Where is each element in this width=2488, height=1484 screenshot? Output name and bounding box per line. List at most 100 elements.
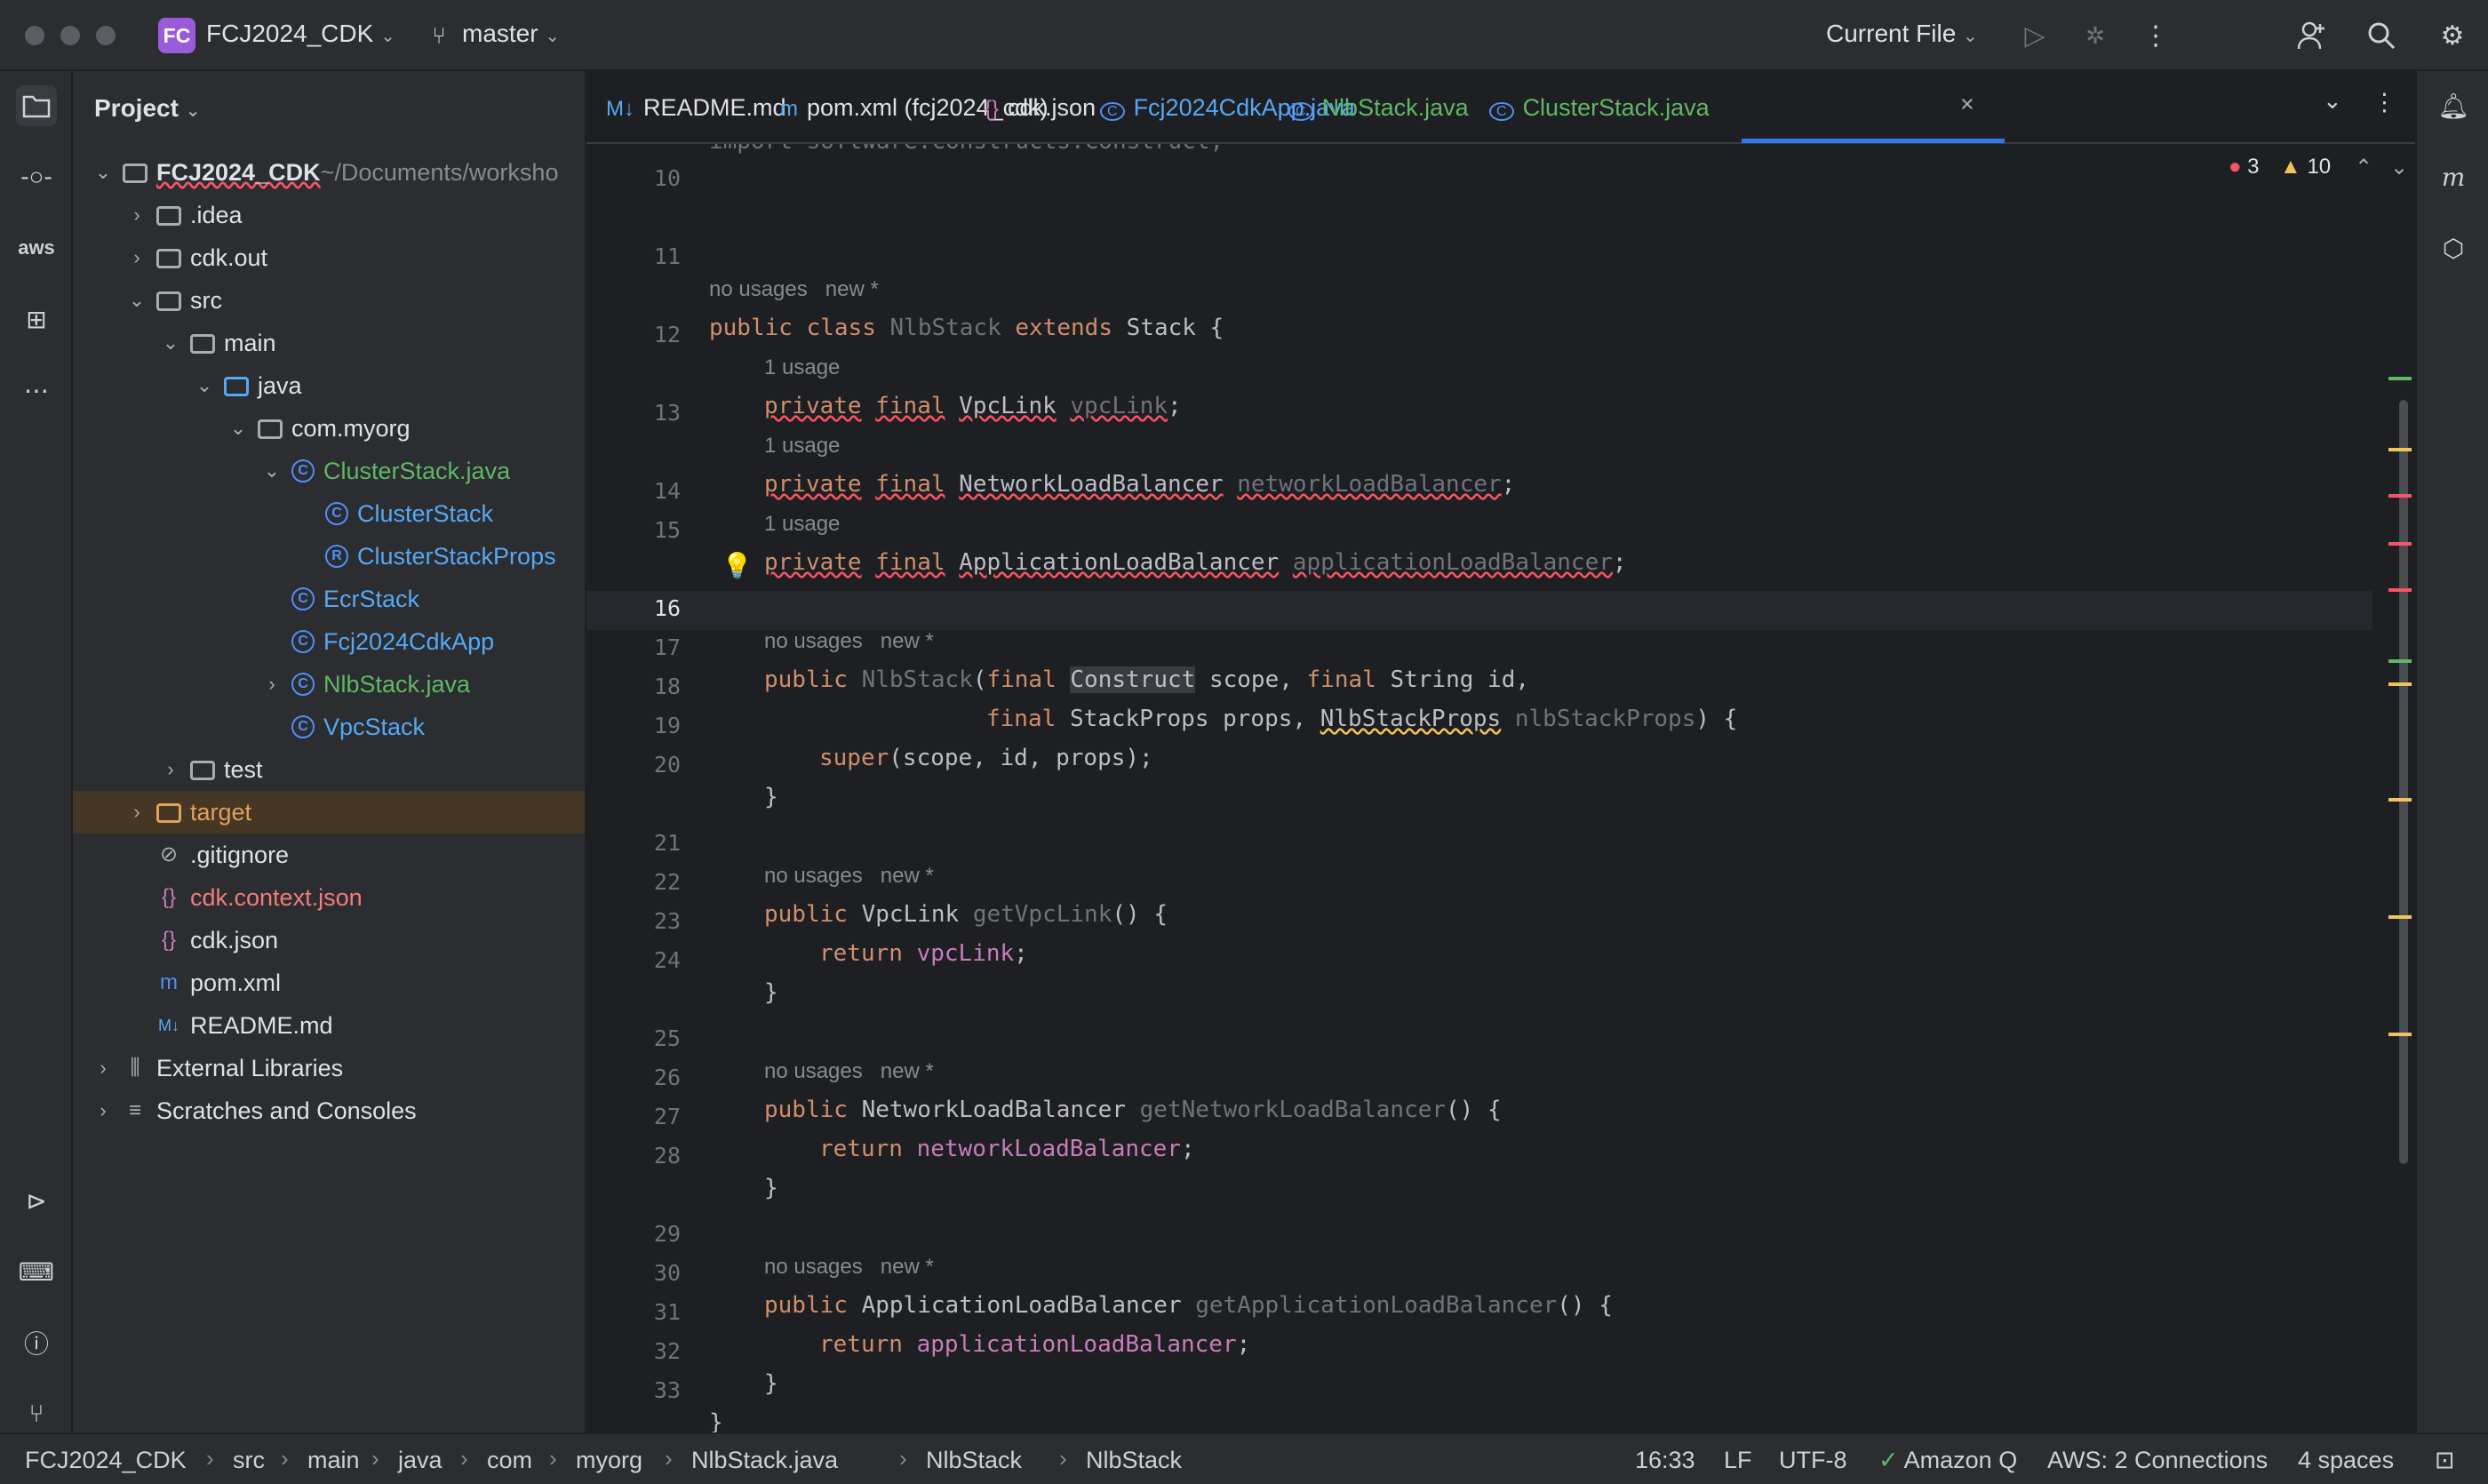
tree-item[interactable]: ⌄ C ClusterStack.java	[73, 450, 585, 492]
line-number[interactable]: 30	[654, 1260, 681, 1286]
line-number[interactable]: 20	[654, 752, 681, 778]
editor-tab[interactable]: M↓ README.md	[606, 94, 786, 122]
tree-item[interactable]: › .idea	[73, 194, 585, 236]
problems-icon[interactable]: ⓘ	[16, 1322, 57, 1363]
chevron-right-icon[interactable]: ›	[92, 1057, 114, 1080]
breadcrumb-item[interactable]: java	[398, 1447, 443, 1474]
breadcrumb-item[interactable]: NlbStack	[1086, 1447, 1182, 1474]
editor-tab[interactable]: C NlbStack.java	[1288, 94, 1469, 122]
line-number[interactable]: 13	[654, 400, 681, 426]
line-number[interactable]: 28	[654, 1143, 681, 1169]
tree-item[interactable]: M↓ README.md	[73, 1004, 585, 1047]
notifications-icon[interactable]: 🔔︎	[2433, 85, 2474, 126]
line-number[interactable]: 32	[654, 1338, 681, 1364]
tree-item[interactable]: ⌄ java	[73, 364, 585, 407]
usage-hint[interactable]: no usages new *	[764, 629, 934, 654]
tree-item[interactable]: › C NlbStack.java	[73, 663, 585, 706]
editor-tab[interactable]: C ClusterStack.java	[1489, 94, 1710, 122]
chevron-right-icon[interactable]: ›	[261, 673, 283, 696]
line-number[interactable]: 17	[654, 634, 681, 660]
terminal-icon[interactable]: ⌨	[16, 1251, 57, 1292]
git-icon[interactable]: ⑂	[16, 1393, 57, 1434]
tree-item[interactable]: › cdk.out	[73, 236, 585, 279]
more-icon[interactable]: ⋮	[2138, 18, 2173, 53]
tree-item[interactable]: C Fcj2024CdkApp	[73, 620, 585, 663]
usage-hint[interactable]: 1 usage	[764, 434, 840, 459]
run-config-selector[interactable]: Current File ⌄	[1826, 20, 1978, 48]
tree-item[interactable]: › ≡ Scratches and Consoles	[73, 1089, 585, 1132]
line-number[interactable]: 27	[654, 1104, 681, 1129]
aws-toolkit-icon[interactable]: aws	[16, 227, 57, 268]
maven-icon[interactable]: m	[2433, 156, 2474, 197]
line-number[interactable]: 31	[654, 1299, 681, 1325]
usage-hint[interactable]: 1 usage	[764, 512, 840, 537]
line-number[interactable]: 33	[654, 1377, 681, 1403]
usage-hint[interactable]: no usages new *	[764, 1059, 934, 1084]
breadcrumb-item[interactable]: src	[233, 1447, 265, 1474]
indent-setting[interactable]: 4 spaces	[2298, 1447, 2394, 1474]
tree-item[interactable]: C ClusterStack	[73, 492, 585, 535]
line-number[interactable]: 23	[654, 908, 681, 934]
structure-icon[interactable]: ⊞	[16, 299, 57, 339]
tree-item[interactable]: {} cdk.context.json	[73, 876, 585, 919]
file-encoding[interactable]: UTF-8	[1779, 1447, 1847, 1474]
maximize-window-button[interactable]	[96, 26, 116, 45]
close-window-button[interactable]	[25, 26, 44, 45]
line-number[interactable]: 22	[654, 869, 681, 895]
line-number[interactable]: 16	[654, 595, 681, 621]
chevron-right-icon[interactable]: ›	[126, 801, 148, 824]
amazon-q-status[interactable]: ✓ Amazon Q	[1878, 1447, 2017, 1474]
tree-item[interactable]: ⌄ com.myorg	[73, 407, 585, 450]
tree-item[interactable]: ⌄ src	[73, 279, 585, 322]
tree-item[interactable]: C VpcStack	[73, 706, 585, 748]
line-number[interactable]: 19	[654, 713, 681, 738]
lock-icon[interactable]: ⊡	[2435, 1447, 2455, 1474]
tree-item[interactable]: › target	[73, 791, 585, 834]
settings-icon[interactable]: ⚙	[2435, 18, 2470, 53]
tree-item[interactable]: › ⫼ External Libraries	[73, 1047, 585, 1089]
tab-more-icon[interactable]: ⋮	[2372, 89, 2396, 116]
minimize-window-button[interactable]	[60, 26, 80, 45]
tree-item[interactable]: {} cdk.json	[73, 919, 585, 961]
chevron-down-icon[interactable]: ⌄	[227, 417, 249, 440]
line-number[interactable]: 26	[654, 1065, 681, 1090]
chevron-right-icon[interactable]: ›	[92, 1099, 114, 1122]
editor-scrollbar[interactable]	[2399, 400, 2408, 1164]
usage-hint[interactable]: 1 usage	[764, 355, 840, 380]
tree-item[interactable]: ⌄ FCJ2024_CDK ~/Documents/worksho	[73, 151, 585, 194]
line-number[interactable]: 14	[654, 478, 681, 504]
code-area[interactable]: import software.constructs.Construct; no…	[709, 144, 2255, 1432]
branch-switcher[interactable]: master ⌄	[462, 20, 560, 48]
line-number[interactable]: 21	[654, 830, 681, 856]
more-tools-icon[interactable]: ⋯	[16, 370, 57, 411]
chevron-down-icon[interactable]: ⌄	[261, 459, 283, 483]
tree-item[interactable]: C EcrStack	[73, 578, 585, 620]
usage-hint[interactable]: no usages new *	[709, 277, 879, 302]
breadcrumb-item[interactable]: myorg	[576, 1447, 642, 1474]
amazon-q-icon[interactable]: ⬡	[2433, 227, 2474, 268]
breadcrumb-item[interactable]: com	[487, 1447, 532, 1474]
tree-item[interactable]: R ClusterStackProps	[73, 535, 585, 578]
chevron-down-icon[interactable]: ⌄	[126, 289, 148, 312]
prev-highlight-icon[interactable]: ⌃	[2355, 155, 2372, 180]
commit-icon[interactable]: -○-	[16, 156, 57, 197]
close-tab-icon[interactable]: ×	[1960, 91, 1974, 118]
usage-hint[interactable]: no usages new *	[764, 864, 934, 889]
tree-item[interactable]: ⊘ .gitignore	[73, 834, 585, 876]
next-highlight-icon[interactable]: ⌄	[2390, 155, 2408, 180]
usage-hint[interactable]: no usages new *	[764, 1255, 934, 1280]
debug-icon[interactable]: ✲	[2077, 18, 2113, 53]
warning-count[interactable]: ▲ 10	[2280, 155, 2331, 180]
project-panel-header[interactable]: Project ⌄	[94, 94, 200, 123]
breadcrumb-item[interactable]: NlbStack.java	[691, 1447, 838, 1474]
tab-list-chevron-icon[interactable]: ⌄	[2323, 87, 2342, 115]
chevron-down-icon[interactable]: ⌄	[160, 331, 181, 355]
chevron-right-icon[interactable]: ›	[160, 758, 181, 781]
line-number[interactable]: 25	[654, 1025, 681, 1051]
breadcrumb-item[interactable]: main	[307, 1447, 360, 1474]
aws-connections[interactable]: AWS: 2 Connections	[2047, 1447, 2268, 1474]
chevron-down-icon[interactable]: ⌄	[194, 374, 215, 397]
line-number[interactable]: 11	[654, 243, 681, 269]
project-badge[interactable]: FC	[158, 18, 195, 53]
line-separator[interactable]: LF	[1724, 1447, 1752, 1474]
